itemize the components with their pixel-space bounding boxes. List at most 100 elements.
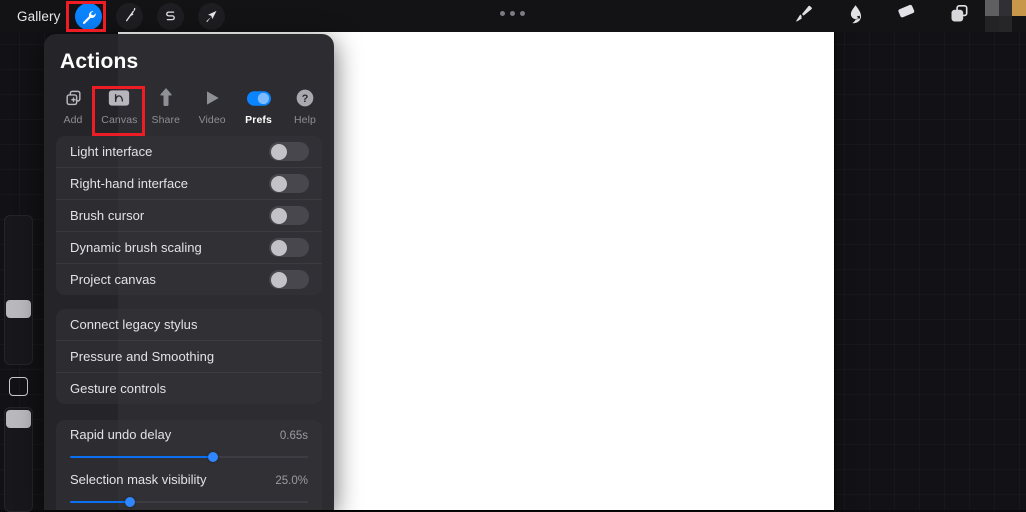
brush-opacity-slider-knob[interactable] [6, 410, 31, 428]
row-pressure-and-smoothing[interactable]: Pressure and Smoothing [56, 341, 322, 373]
prefs-toggle-icon [246, 86, 271, 110]
top-toolbar: Gallery [0, 0, 1026, 32]
magic-wand-icon [122, 8, 138, 24]
slider-header: Selection mask visibility 25.0% [70, 472, 308, 494]
slider-track[interactable] [70, 450, 308, 464]
panel-title: Actions [60, 50, 139, 73]
modify-button[interactable] [9, 377, 28, 396]
panel-tab-bar: Add Canvas Share Video Prefs ? Help [44, 74, 334, 130]
swatch-cell [985, 0, 999, 16]
slider-label: Rapid undo delay [70, 427, 172, 442]
slider-knob[interactable] [124, 497, 135, 507]
row-label: Project canvas [70, 272, 156, 287]
color-swatch-button[interactable] [985, 0, 1026, 32]
brush-opacity-slider[interactable] [4, 407, 33, 512]
eraser-icon [896, 3, 918, 30]
tab-canvas[interactable]: Canvas [96, 84, 142, 126]
slider-track-fill [70, 456, 213, 458]
s-curve-icon [163, 9, 178, 24]
selection-button[interactable] [157, 2, 185, 30]
transform-button[interactable] [198, 2, 226, 30]
toggle-brush-cursor[interactable] [269, 206, 309, 225]
tab-label: Canvas [101, 114, 138, 126]
video-play-icon [202, 86, 222, 110]
layers-icon [948, 2, 971, 30]
tab-label: Help [293, 114, 316, 126]
tab-label: Prefs [245, 114, 272, 126]
svg-text:?: ? [302, 93, 309, 105]
toggle-right-hand-interface[interactable] [269, 174, 309, 193]
row-light-interface[interactable]: Light interface [56, 136, 322, 168]
layers-button[interactable] [933, 0, 985, 32]
actions-panel: Actions Add Canvas Share Video Prefs ? H… [44, 34, 334, 510]
slider-header: Rapid undo delay 0.65s [70, 427, 308, 449]
add-layer-icon [64, 86, 83, 110]
row-label: Dynamic brush scaling [70, 240, 202, 255]
tab-add[interactable]: Add [50, 84, 96, 126]
preferences-toggle-group: Light interface Right-hand interface Bru… [56, 136, 322, 295]
row-connect-legacy-stylus[interactable]: Connect legacy stylus [56, 309, 322, 341]
tab-label: Video [198, 114, 226, 126]
row-project-canvas[interactable]: Project canvas [56, 264, 322, 295]
slider-knob[interactable] [207, 452, 218, 462]
share-icon [157, 86, 175, 110]
dot-icon [510, 11, 515, 16]
preferences-slider-group: Rapid undo delay 0.65s Selection mask vi… [56, 420, 322, 510]
adjustments-button[interactable] [116, 2, 144, 30]
slider-track[interactable] [70, 495, 308, 509]
slider-selection-mask-visibility: Selection mask visibility 25.0% [70, 472, 308, 509]
swatch-cell [1012, 0, 1026, 16]
slider-rapid-undo-delay: Rapid undo delay 0.65s [70, 427, 308, 464]
tab-prefs[interactable]: Prefs [236, 84, 282, 126]
toggle-project-canvas[interactable] [269, 270, 309, 289]
paint-tool-button[interactable] [777, 0, 829, 32]
smudge-icon [844, 3, 866, 30]
swatch-cell [1012, 16, 1026, 32]
left-sidebar [0, 215, 35, 512]
top-toolbar-right-group [777, 0, 1026, 32]
brush-size-slider[interactable] [4, 215, 33, 365]
swatch-cell [998, 16, 1013, 32]
toggle-knob [270, 271, 287, 288]
slider-value: 25.0% [275, 475, 308, 487]
help-question-icon: ? [295, 86, 315, 110]
procreate-app-window: Gallery Actions Add Canvas Share Video P… [0, 0, 1026, 512]
tab-label: Share [151, 114, 181, 126]
paintbrush-icon [792, 3, 814, 30]
toggle-knob [270, 207, 287, 224]
swatch-cell [998, 0, 1013, 16]
actions-wrench-button[interactable] [75, 2, 103, 30]
slider-value: 0.65s [279, 430, 308, 442]
top-toolbar-left-group: Gallery [0, 0, 232, 32]
gallery-button[interactable]: Gallery [9, 9, 68, 24]
brush-size-slider-knob[interactable] [6, 300, 31, 318]
dot-icon [500, 11, 505, 16]
toggle-knob [270, 239, 287, 256]
row-label: Light interface [70, 144, 153, 159]
slider-track-fill [70, 501, 130, 503]
row-brush-cursor[interactable]: Brush cursor [56, 200, 322, 232]
swatch-cell [985, 16, 999, 32]
tab-video[interactable]: Video [189, 84, 235, 126]
row-label: Pressure and Smoothing [70, 349, 215, 364]
row-right-hand-interface[interactable]: Right-hand interface [56, 168, 322, 200]
row-label: Connect legacy stylus [70, 317, 198, 332]
row-label: Brush cursor [70, 208, 145, 223]
row-gesture-controls[interactable]: Gesture controls [56, 373, 322, 404]
tab-share[interactable]: Share [143, 84, 189, 126]
row-dynamic-brush-scaling[interactable]: Dynamic brush scaling [56, 232, 322, 264]
toggle-light-interface[interactable] [269, 142, 309, 161]
row-label: Gesture controls [70, 381, 167, 396]
smudge-tool-button[interactable] [829, 0, 881, 32]
more-options-button[interactable] [500, 11, 525, 16]
toggle-knob [270, 175, 287, 192]
tab-label: Add [63, 114, 83, 126]
slider-label: Selection mask visibility [70, 472, 207, 487]
wrench-icon [80, 8, 97, 25]
tab-help[interactable]: ? Help [282, 84, 328, 126]
erase-tool-button[interactable] [881, 0, 933, 32]
arrow-icon [204, 9, 219, 24]
preferences-action-group: Connect legacy stylus Pressure and Smoot… [56, 309, 322, 404]
row-label: Right-hand interface [70, 176, 189, 191]
toggle-dynamic-brush-scaling[interactable] [269, 238, 309, 257]
